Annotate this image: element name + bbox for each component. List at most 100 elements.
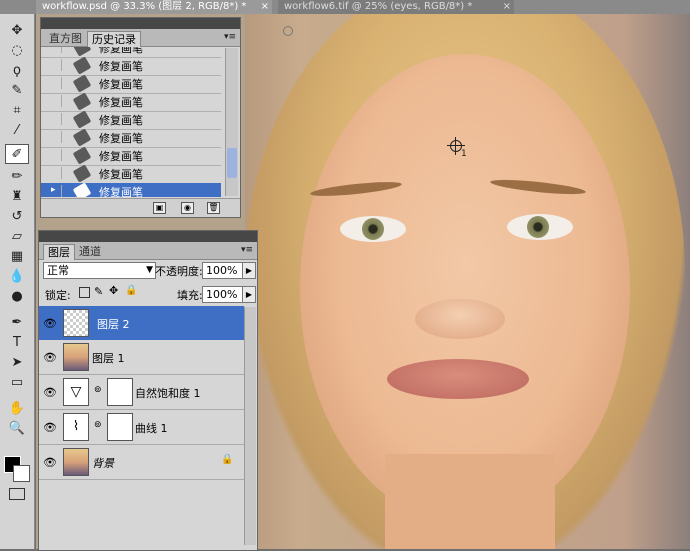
opacity-slider-arrow[interactable]: ▶ (242, 262, 256, 279)
history-item-label: 修复画笔 (99, 150, 143, 163)
healing-brush-icon (72, 56, 92, 75)
chevron-down-icon: ▼ (146, 265, 153, 275)
image-canvas[interactable]: 1 (245, 14, 690, 549)
lasso-tool-icon[interactable]: ϙ (5, 60, 29, 80)
healing-brush-tool-icon[interactable]: ✐ (5, 144, 29, 164)
history-item-label: 修复画笔 (99, 47, 143, 55)
type-tool-icon[interactable]: T (5, 332, 29, 352)
eye-icon[interactable]: 👁 (43, 456, 57, 469)
snapshot-checkbox[interactable] (51, 149, 62, 161)
snapshot-checkbox[interactable] (51, 95, 62, 107)
blend-mode-select[interactable]: 正常 ▼ (43, 262, 156, 279)
tab-layers[interactable]: 图层 (43, 244, 75, 260)
cursor-crosshair-v (455, 137, 456, 155)
cursor-crosshair (447, 145, 465, 146)
layer-row[interactable]: 👁 图层 2 (39, 306, 244, 341)
eye-icon[interactable]: 👁 (43, 386, 57, 399)
panel-menu-icon[interactable]: ▾≡ (241, 245, 253, 255)
eye-icon[interactable]: 👁 (43, 317, 57, 330)
history-item-label: 修复画笔 (99, 168, 143, 181)
move-tool-icon[interactable]: ✥ (5, 20, 29, 40)
layer-row[interactable]: 👁 背景 🔒 (39, 445, 244, 480)
layer-row[interactable]: 👁 图层 1 (39, 340, 244, 375)
brush-tool-icon[interactable]: ✏ (5, 166, 29, 186)
quick-select-tool-icon[interactable]: ✎ (5, 80, 29, 100)
snapshot-checkbox[interactable] (51, 59, 62, 71)
fill-label: 填充: (177, 289, 203, 302)
shape-tool-icon[interactable]: ▭ (5, 372, 29, 392)
panel-titlebar[interactable] (39, 231, 257, 242)
layer-name: 自然饱和度 1 (135, 387, 201, 400)
close-icon[interactable]: × (261, 0, 269, 14)
history-panel: 直方图 历史记录 ▾≡ 修复画笔 修复画笔 修复画笔 修复画笔 修复画笔 修复画… (40, 17, 241, 218)
neck (385, 454, 555, 549)
lock-position-icon[interactable]: ✥ (109, 284, 118, 297)
lock-pixels-icon[interactable]: ✎ (94, 285, 103, 298)
healing-brush-icon (72, 110, 92, 129)
history-brush-tool-icon[interactable]: ↺ (5, 206, 29, 226)
doc-tab-workflow-psd[interactable]: workflow.psd @ 33.3% (图层 2, RGB/8*) * × (36, 0, 272, 14)
path-select-tool-icon[interactable]: ➤ (5, 352, 29, 372)
vibrance-adjustment-icon: ▽ (63, 378, 89, 406)
history-item-current[interactable]: ▸ 修复画笔 (41, 182, 221, 197)
tab-channels[interactable]: 通道 (75, 244, 105, 259)
hand-tool-icon[interactable]: ✋ (5, 398, 29, 418)
doc-tab-workflow6-tif[interactable]: workflow6.tif @ 25% (eyes, RGB/8*) * × (278, 0, 514, 14)
blur-tool-icon[interactable]: 💧 (5, 266, 29, 286)
layer-row[interactable]: 👁 ▽ ⊚ 自然饱和度 1 (39, 375, 244, 410)
quick-mask-icon[interactable] (9, 488, 25, 500)
panel-menu-icon[interactable]: ▾≡ (224, 32, 236, 42)
layer-row[interactable]: 👁 ⌇ ⊚ 曲线 1 (39, 410, 244, 445)
history-item[interactable]: 修复画笔 (41, 164, 221, 184)
snapshot-checkbox[interactable] (51, 113, 62, 125)
lock-transparent-icon[interactable] (79, 287, 90, 298)
fill-slider-arrow[interactable]: ▶ (242, 286, 256, 303)
lock-all-icon[interactable]: 🔒 (125, 285, 137, 296)
history-scrollbar[interactable] (225, 48, 238, 196)
history-item[interactable]: 修复画笔 (41, 110, 221, 130)
gradient-tool-icon[interactable]: ▦ (5, 246, 29, 266)
history-item[interactable]: 修复画笔 (41, 146, 221, 166)
marquee-tool-icon[interactable]: ◌ (5, 40, 29, 60)
eye-icon[interactable]: 👁 (43, 421, 57, 434)
healing-brush-icon (72, 47, 92, 57)
eyedropper-tool-icon[interactable]: ⁄ (5, 120, 29, 140)
history-item[interactable]: 修复画笔 (41, 128, 221, 148)
scrollbar-thumb[interactable] (227, 148, 237, 178)
snapshot-checkbox[interactable] (51, 131, 62, 143)
layer-mask-thumbnail (107, 378, 133, 406)
tab-history[interactable]: 历史记录 (87, 31, 141, 47)
close-icon[interactable]: × (503, 0, 511, 14)
clone-stamp-tool-icon[interactable]: ♜ (5, 186, 29, 206)
snapshot-checkbox[interactable] (51, 167, 62, 179)
layer-thumbnail (63, 343, 89, 371)
history-item[interactable]: 修复画笔 (41, 92, 221, 112)
link-icon: ⊚ (94, 420, 102, 430)
history-item[interactable]: 修复画笔 (41, 56, 221, 76)
eye-icon[interactable]: 👁 (43, 351, 57, 364)
history-item-label: 修复画笔 (99, 60, 143, 73)
opacity-field[interactable]: 100% (202, 262, 247, 279)
dodge-tool-icon[interactable]: ● (5, 286, 29, 306)
doc-tab-title: workflow.psd @ 33.3% (图层 2, RGB/8*) * (42, 1, 247, 12)
tab-histogram[interactable]: 直方图 (45, 31, 86, 46)
layer-name: 图层 1 (92, 352, 125, 365)
background-color-swatch[interactable] (13, 465, 30, 482)
history-item[interactable]: 修复画笔 (41, 74, 221, 94)
zoom-tool-icon[interactable]: 🔍 (5, 418, 29, 438)
blend-mode-value: 正常 (47, 264, 69, 277)
crop-tool-icon[interactable]: ⌗ (5, 100, 29, 120)
pen-tool-icon[interactable]: ✒ (5, 312, 29, 332)
create-snapshot-icon[interactable]: ◉ (181, 202, 194, 214)
panel-tab-row: 直方图 历史记录 ▾≡ (41, 29, 240, 47)
snapshot-checkbox[interactable] (51, 47, 62, 53)
panel-titlebar[interactable] (41, 18, 240, 29)
eraser-tool-icon[interactable]: ▱ (5, 226, 29, 246)
opacity-label: 不透明度: (155, 265, 203, 278)
new-document-from-state-icon[interactable]: ▣ (153, 202, 166, 214)
delete-state-icon[interactable]: 🗑 (207, 202, 220, 214)
snapshot-checkbox[interactable] (51, 77, 62, 89)
layers-scrollbar[interactable] (244, 307, 256, 545)
fill-field[interactable]: 100% (202, 286, 247, 303)
healing-brush-icon (72, 128, 92, 147)
